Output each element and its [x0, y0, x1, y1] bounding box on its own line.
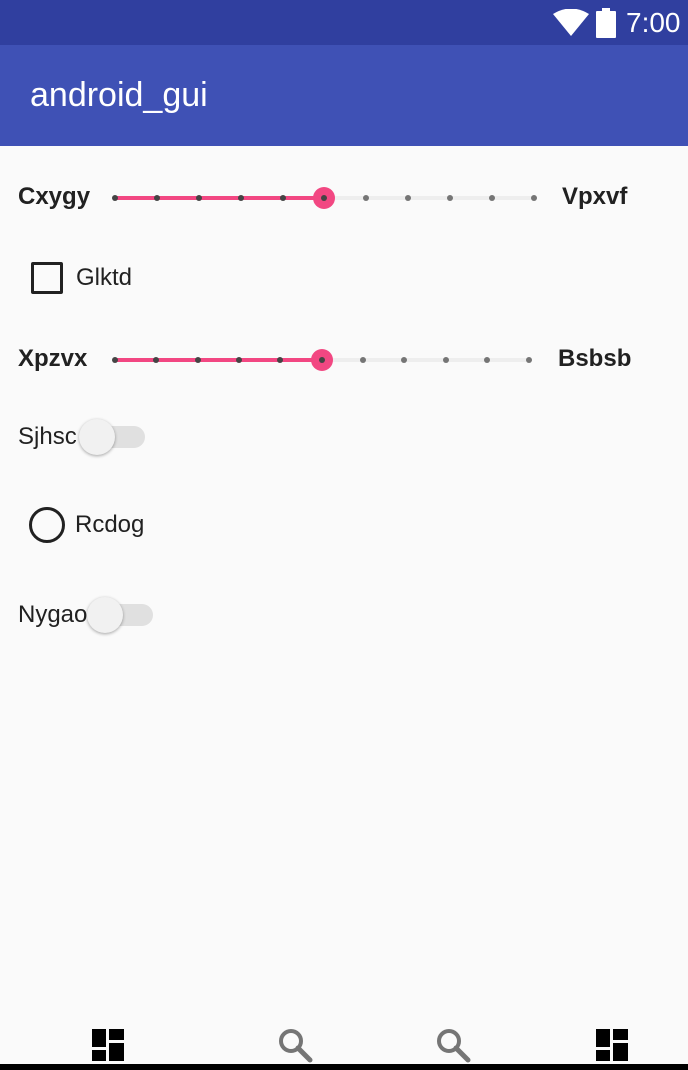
screen: 7:00 android_gui Cxygy Vpxvf Glktd Xpzvx	[0, 0, 688, 1070]
slider1-right-label: Vpxvf	[562, 183, 628, 210]
slider1-graphic	[112, 187, 537, 209]
app-title: android_gui	[30, 76, 208, 114]
search-icon[interactable]	[435, 1027, 471, 1063]
battery-icon	[596, 8, 616, 38]
slider1[interactable]	[105, 183, 545, 213]
search-icon[interactable]	[277, 1027, 313, 1063]
switch-nygao[interactable]	[87, 595, 157, 635]
switch2-thumb	[87, 597, 123, 633]
switch1-thumb	[79, 419, 115, 455]
bottom-nav	[0, 1015, 688, 1070]
dashboard-icon[interactable]	[594, 1027, 630, 1063]
checkbox-label: Glktd	[76, 264, 133, 291]
switch1-label: Sjhsc	[18, 423, 77, 450]
status-bar: 7:00	[0, 0, 688, 45]
app-bar: android_gui	[0, 45, 688, 146]
slider2-graphic	[112, 349, 532, 371]
slider1-left-label: Cxygy	[18, 183, 91, 210]
dashboard-icon[interactable]	[90, 1027, 126, 1063]
nav-bar-edge	[0, 1064, 688, 1070]
slider2-right-label: Bsbsb	[558, 345, 632, 372]
switch-sjhsc[interactable]	[79, 417, 149, 457]
slider2-left-label: Xpzvx	[18, 345, 88, 372]
switch2-label: Nygao	[18, 601, 88, 628]
status-time: 7:00	[626, 7, 681, 38]
slider2[interactable]	[105, 345, 545, 375]
checkbox-glktd[interactable]	[31, 262, 63, 294]
wifi-icon	[553, 9, 589, 36]
radio-rcdog[interactable]	[29, 507, 65, 543]
radio-label: Rcdog	[75, 511, 145, 538]
